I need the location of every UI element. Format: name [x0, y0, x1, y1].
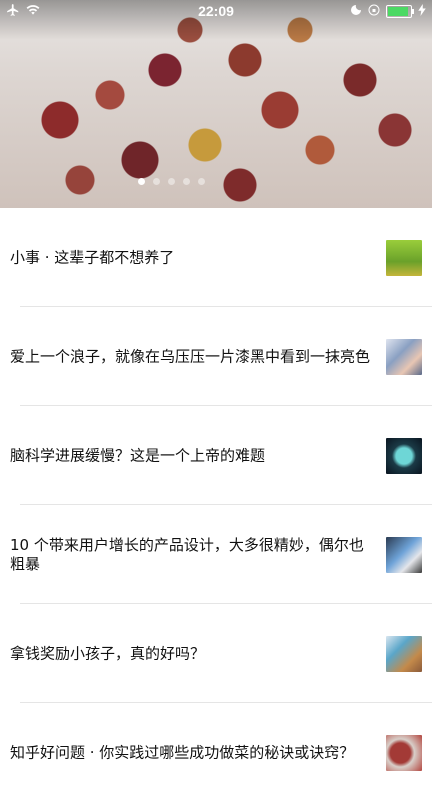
- banner-page-indicator: [138, 178, 205, 185]
- page-dot: [138, 178, 145, 185]
- story-item[interactable]: 小事 · 这辈子都不想养了: [0, 208, 432, 307]
- story-thumbnail: [386, 239, 422, 276]
- story-list: 小事 · 这辈子都不想养了 爱上一个浪子，就像在乌压压一片漆黑中看到一抹亮色 脑…: [0, 208, 432, 802]
- status-right: [350, 4, 426, 19]
- story-item[interactable]: 知乎好问题 · 你实践过哪些成功做菜的秘诀或诀窍？: [0, 703, 432, 802]
- story-thumbnail: [386, 536, 422, 573]
- story-title: 爱上一个浪子，就像在乌压压一片漆黑中看到一抹亮色: [10, 347, 371, 365]
- story-title: 小事 · 这辈子都不想养了: [10, 248, 175, 266]
- story-title: 拿钱奖励小孩子，真的好吗？: [10, 644, 206, 662]
- battery-icon: [386, 5, 414, 18]
- half-moon-icon: [350, 4, 362, 19]
- story-item[interactable]: 脑科学进展缓慢？这是一个上帝的难题: [0, 406, 432, 505]
- story-thumbnail: [386, 338, 422, 375]
- story-title: 知乎好问题 · 你实践过哪些成功做菜的秘诀或诀窍？: [10, 743, 355, 761]
- top-story-banner[interactable]: [0, 0, 432, 208]
- story-title: 脑科学进展缓慢？这是一个上帝的难题: [10, 446, 266, 464]
- story-title: 10 个带来用户增长的产品设计，大多很精妙，偶尔也粗暴: [10, 535, 364, 573]
- page-dot: [198, 178, 205, 185]
- charging-icon: [418, 4, 426, 19]
- status-bar: 22:09: [0, 0, 432, 22]
- story-item[interactable]: 拿钱奖励小孩子，真的好吗？: [0, 604, 432, 703]
- page-dot: [153, 178, 160, 185]
- page-dot: [168, 178, 175, 185]
- story-thumbnail: [386, 635, 422, 672]
- story-item[interactable]: 爱上一个浪子，就像在乌压压一片漆黑中看到一抹亮色: [0, 307, 432, 406]
- page-dot: [183, 178, 190, 185]
- story-thumbnail: [386, 734, 422, 771]
- story-item[interactable]: 10 个带来用户增长的产品设计，大多很精妙，偶尔也粗暴: [0, 505, 432, 604]
- battery-level: [388, 7, 408, 16]
- orientation-lock-icon: [368, 4, 380, 19]
- story-thumbnail: [386, 437, 422, 474]
- banner-top-shade: [0, 0, 432, 208]
